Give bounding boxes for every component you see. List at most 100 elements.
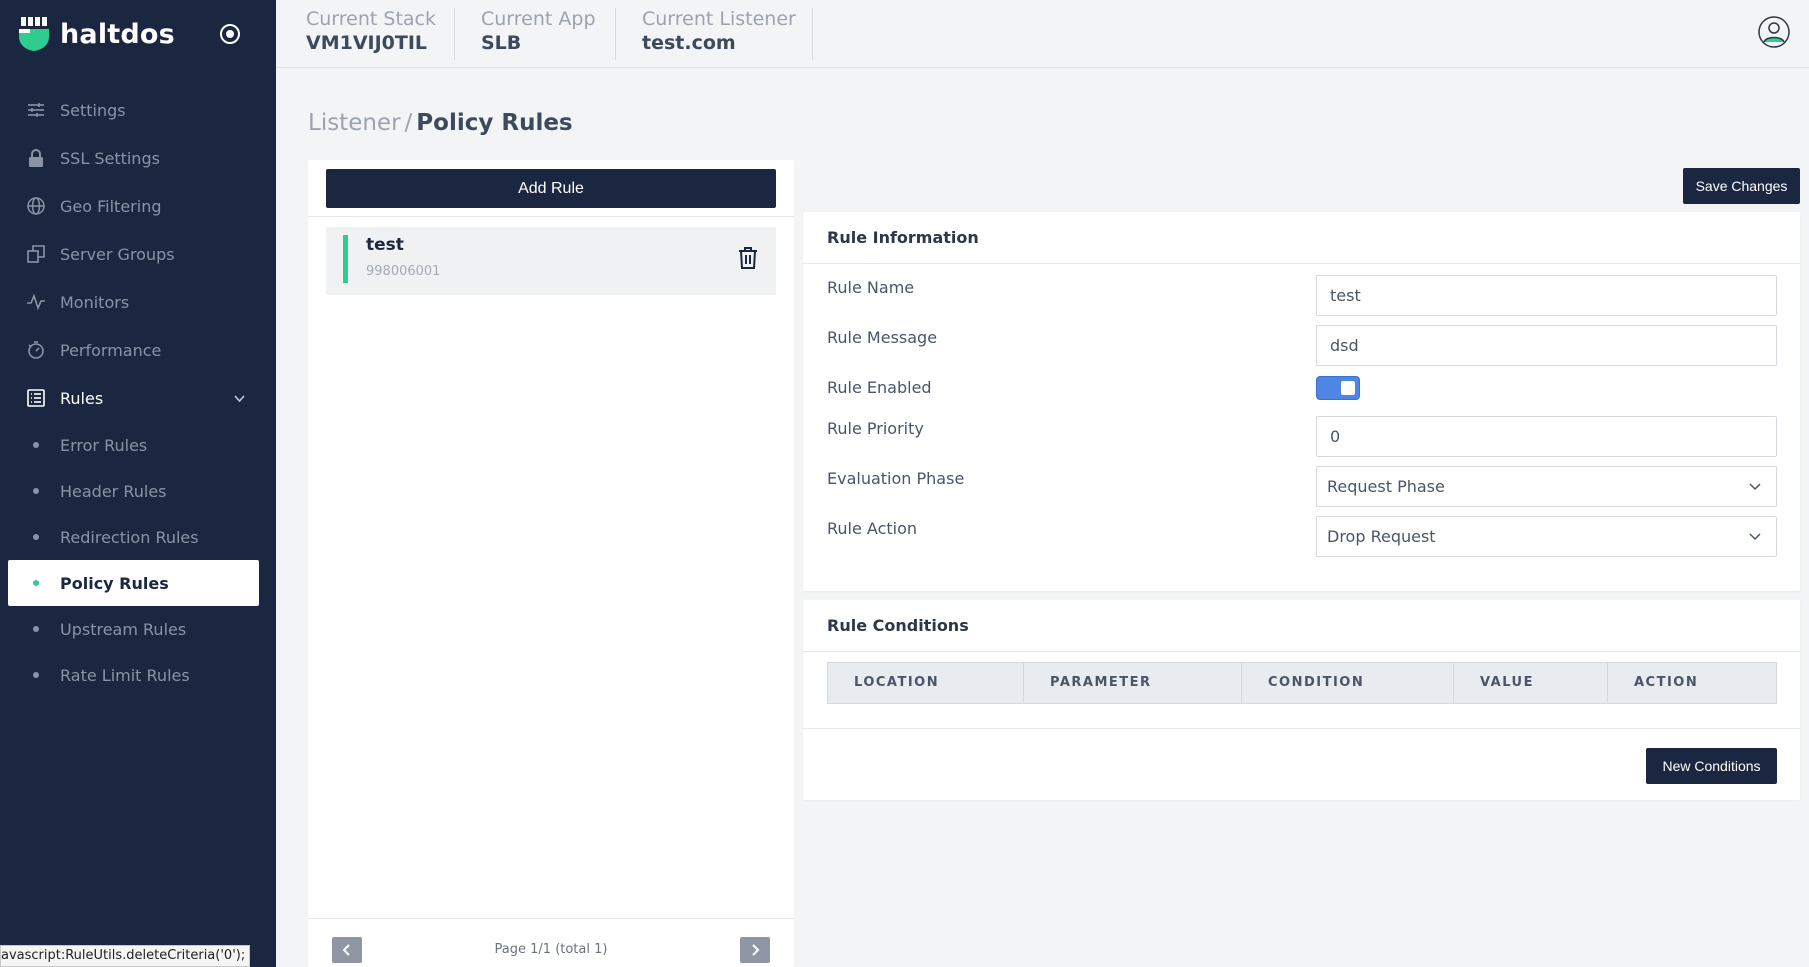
- add-rule-button[interactable]: Add Rule: [326, 169, 776, 208]
- rule-name-input[interactable]: test: [1316, 275, 1777, 316]
- bullet-icon: [33, 442, 39, 448]
- evaluation-phase-select[interactable]: Request Phase: [1316, 466, 1777, 507]
- column-header: CONDITION: [1242, 663, 1454, 703]
- bullet-icon: [33, 672, 39, 678]
- rule-information-card: Rule Information Rule Name test Rule Mes…: [803, 212, 1800, 591]
- column-header: ACTION: [1634, 675, 1699, 690]
- status-bar: avascript:RuleUtils.deleteCriteria('0');: [0, 945, 251, 967]
- divider: [615, 8, 616, 60]
- rule-conditions-title: Rule Conditions: [803, 600, 1800, 652]
- sidebar-item-monitors[interactable]: Monitors: [0, 278, 276, 326]
- current-stack[interactable]: Current Stack VM1VIJ0TIL: [306, 8, 436, 60]
- list-item[interactable]: test 998006001: [326, 227, 776, 295]
- sidebar-item-performance[interactable]: Performance: [0, 326, 276, 374]
- bullet-icon: [33, 626, 39, 632]
- list-icon: [27, 389, 45, 407]
- current-app-value: SLB: [481, 32, 522, 54]
- divider: [308, 918, 794, 919]
- current-listener[interactable]: Current Listener test.com: [642, 8, 796, 60]
- stopwatch-icon: [28, 341, 44, 359]
- pager-text: Page 1/1 (total 1): [494, 942, 608, 957]
- sidebar-item-label: Monitors: [60, 292, 130, 312]
- sidebar-toggle-icon[interactable]: [218, 22, 242, 46]
- conditions-table-header: LOCATION PARAMETER CONDITION VALUE ACTIO…: [827, 662, 1777, 704]
- chevron-down-icon: [1749, 533, 1761, 541]
- sidebar-subitem-header-rules[interactable]: Header Rules: [0, 468, 276, 514]
- rule-message-input[interactable]: dsd: [1316, 325, 1777, 366]
- divider: [803, 728, 1800, 729]
- column-header: VALUE: [1454, 663, 1608, 703]
- current-stack-value: VM1VIJ0TIL: [306, 32, 428, 54]
- breadcrumb-parent[interactable]: Listener: [308, 110, 401, 136]
- sidebar-nav: Settings SSL Settings Geo Filtering Serv…: [0, 86, 276, 698]
- sidebar-subitem-policy-rules[interactable]: Policy Rules: [8, 560, 259, 606]
- brand-name: haltdos: [60, 18, 175, 50]
- breadcrumb: Listener / Policy Rules: [308, 110, 573, 136]
- user-avatar-icon[interactable]: [1758, 16, 1790, 48]
- rule-action-select[interactable]: Drop Request: [1316, 516, 1777, 557]
- rule-action-value: Drop Request: [1327, 527, 1436, 546]
- breadcrumb-separator: /: [404, 110, 413, 136]
- rule-enabled-label: Rule Enabled: [827, 378, 932, 397]
- rule-item-id: 998006001: [366, 264, 441, 279]
- sidebar-item-ssl-settings[interactable]: SSL Settings: [0, 134, 276, 182]
- rule-action-label: Rule Action: [827, 519, 918, 538]
- sidebar-subitem-label: Rate Limit Rules: [60, 665, 190, 685]
- current-app-label: Current App: [481, 8, 596, 30]
- column-header: LOCATION: [828, 663, 1024, 703]
- sidebar: haltdos Settings SSL Settings Geo Filter…: [0, 0, 276, 967]
- sidebar-item-geo-filtering[interactable]: Geo Filtering: [0, 182, 276, 230]
- toggle-knob: [1341, 381, 1355, 395]
- rule-enabled-toggle[interactable]: [1316, 376, 1360, 400]
- current-stack-label: Current Stack: [306, 8, 437, 30]
- rule-priority-label: Rule Priority: [827, 419, 924, 438]
- sidebar-item-label: Geo Filtering: [60, 196, 162, 216]
- sidebar-subitem-label: Header Rules: [60, 481, 167, 501]
- haltdos-logo-icon: [19, 17, 49, 51]
- sidebar-item-label: Performance: [60, 340, 162, 360]
- rule-item-title: test: [366, 235, 404, 255]
- sidebar-subitem-upstream-rules[interactable]: Upstream Rules: [0, 606, 276, 652]
- divider: [454, 8, 455, 60]
- new-conditions-button[interactable]: New Conditions: [1646, 748, 1777, 784]
- page-title: Policy Rules: [416, 110, 573, 136]
- sidebar-subitem-rate-limit-rules[interactable]: Rate Limit Rules: [0, 652, 276, 698]
- chevron-down-icon: [234, 395, 245, 403]
- sidebar-item-server-groups[interactable]: Server Groups: [0, 230, 276, 278]
- divider: [812, 8, 813, 60]
- sidebar-subitem-error-rules[interactable]: Error Rules: [0, 422, 276, 468]
- evaluation-phase-value: Request Phase: [1327, 477, 1445, 496]
- sidebar-subitem-label: Redirection Rules: [60, 527, 199, 547]
- rule-information-title: Rule Information: [803, 212, 1800, 264]
- lock-icon: [29, 149, 43, 167]
- sidebar-item-rules[interactable]: Rules: [0, 374, 276, 422]
- sidebar-subitem-label: Policy Rules: [60, 573, 169, 593]
- divider: [308, 216, 794, 217]
- sidebar-subitem-label: Error Rules: [60, 435, 148, 455]
- rule-name-label: Rule Name: [827, 278, 915, 297]
- rule-priority-input[interactable]: 0: [1316, 416, 1777, 457]
- evaluation-phase-label: Evaluation Phase: [827, 469, 965, 488]
- chevron-right-icon: [752, 944, 760, 956]
- sidebar-item-settings[interactable]: Settings: [0, 86, 276, 134]
- next-page-button[interactable]: [740, 937, 770, 963]
- brand[interactable]: haltdos: [18, 16, 175, 52]
- trash-icon[interactable]: [738, 246, 758, 270]
- sidebar-item-label: Server Groups: [60, 244, 175, 264]
- status-indicator: [343, 235, 348, 283]
- copy-icon: [27, 245, 45, 263]
- sidebar-item-label: Rules: [60, 388, 104, 408]
- rule-message-label: Rule Message: [827, 328, 938, 347]
- bullet-icon: [33, 580, 39, 586]
- current-app[interactable]: Current App SLB: [481, 8, 596, 60]
- bullet-icon: [33, 534, 39, 540]
- save-changes-button[interactable]: Save Changes: [1683, 168, 1800, 204]
- column-header: PARAMETER: [1024, 663, 1242, 703]
- chevron-down-icon: [1749, 483, 1761, 491]
- sidebar-subitem-redirection-rules[interactable]: Redirection Rules: [0, 514, 276, 560]
- sidebar-item-label: SSL Settings: [60, 148, 160, 168]
- rule-conditions-card: Rule Conditions LOCATION PARAMETER CONDI…: [803, 600, 1800, 800]
- current-listener-value: test.com: [642, 32, 736, 54]
- current-listener-label: Current Listener: [642, 8, 796, 30]
- sidebar-item-label: Settings: [60, 100, 126, 120]
